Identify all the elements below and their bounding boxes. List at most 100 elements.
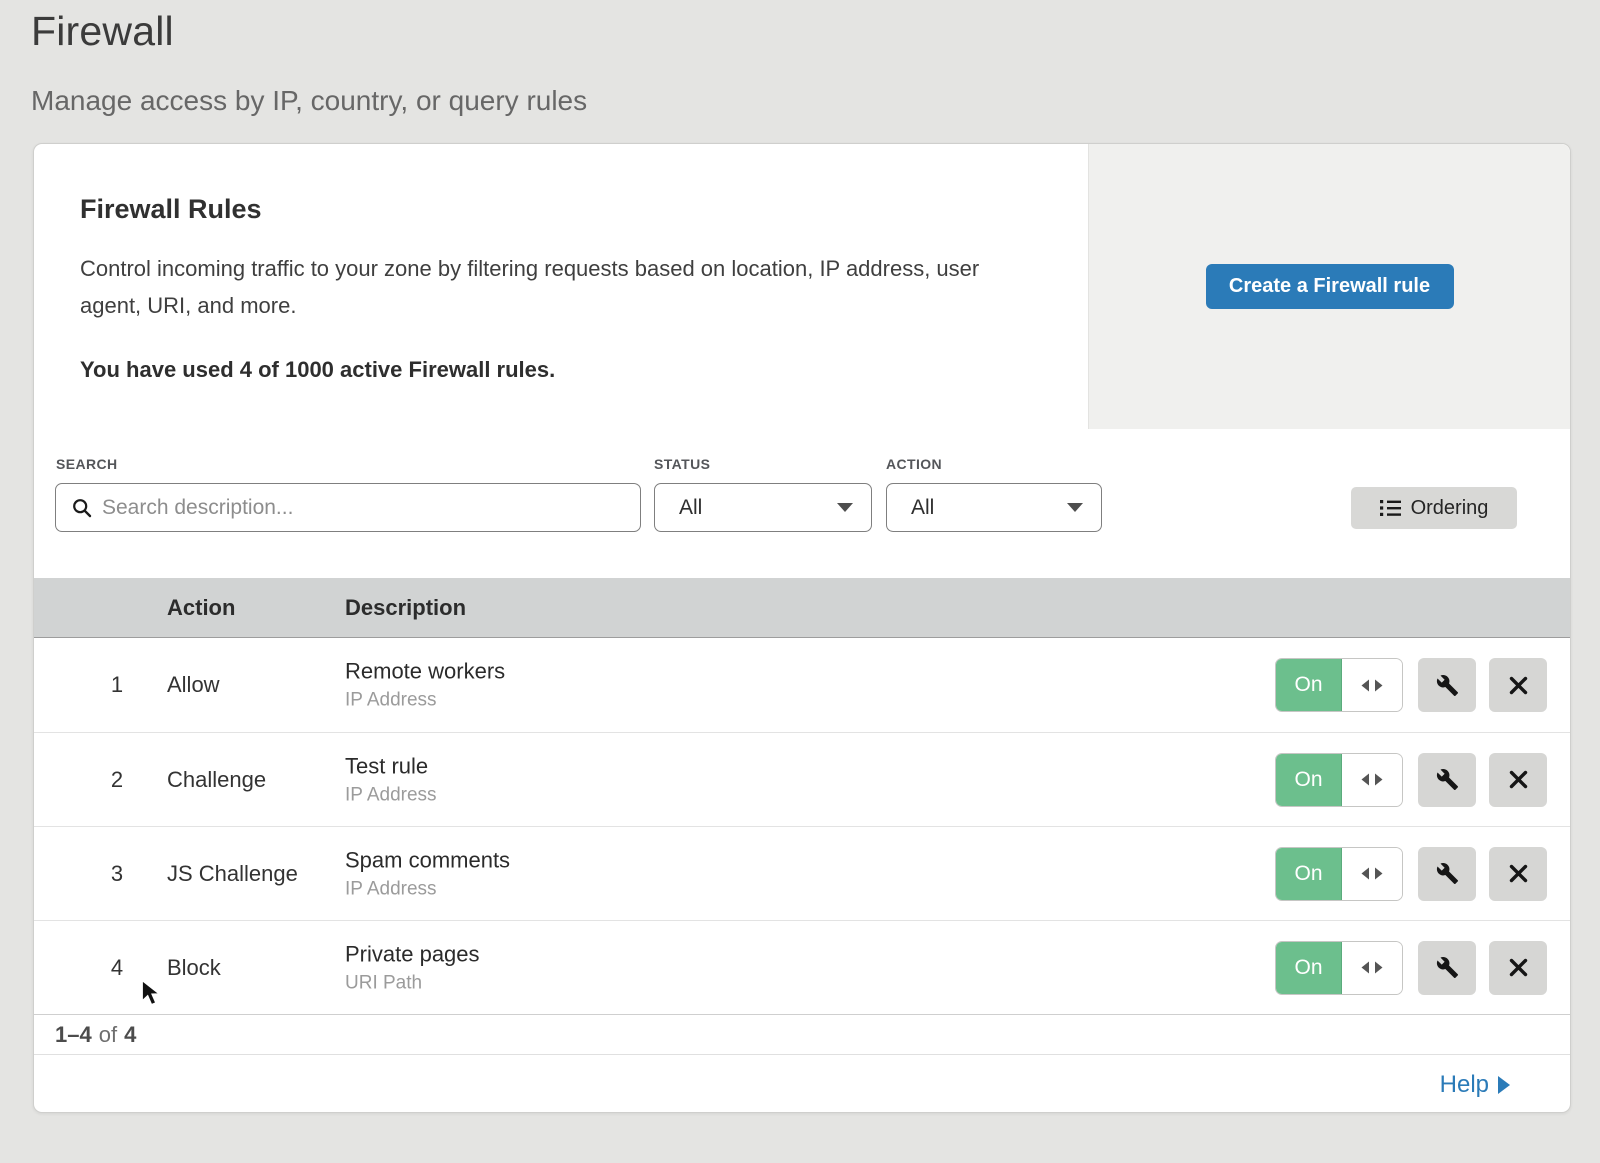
page-subtitle: Manage access by IP, country, or query r…: [31, 85, 587, 117]
status-select[interactable]: All: [654, 483, 872, 532]
toggle-handle[interactable]: [1342, 754, 1402, 806]
table-row: 2 Challenge Test rule IP Address On: [34, 732, 1570, 826]
search-label: SEARCH: [56, 456, 118, 472]
rule-description-title: Remote workers: [345, 659, 505, 685]
rule-description: Remote workers IP Address: [345, 659, 505, 712]
column-header-description: Description: [345, 595, 466, 621]
delete-rule-button[interactable]: [1489, 753, 1547, 807]
rules-table-header: Action Description: [34, 578, 1570, 638]
section-heading: Firewall Rules: [80, 194, 1040, 225]
status-select-value: All: [679, 496, 702, 520]
wrench-icon: [1436, 768, 1459, 791]
rule-action: Allow: [167, 672, 220, 698]
firewall-rules-card: Firewall Rules Control incoming traffic …: [33, 143, 1571, 1113]
rules-table-body: 1 Allow Remote workers IP Address On: [34, 638, 1570, 1014]
edit-rule-button[interactable]: [1418, 847, 1476, 901]
delete-rule-button[interactable]: [1489, 658, 1547, 712]
toggle-on-label: On: [1276, 942, 1342, 994]
ordering-button[interactable]: Ordering: [1351, 487, 1517, 529]
pagination-range: 1–4: [55, 1022, 92, 1048]
firewall-page: Firewall Manage access by IP, country, o…: [0, 0, 1600, 1163]
rule-controls: On: [1275, 941, 1547, 995]
toggle-on-label: On: [1276, 848, 1342, 900]
rule-enabled-toggle[interactable]: On: [1275, 753, 1403, 807]
action-select-value: All: [911, 496, 934, 520]
table-row: 4 Block Private pages URI Path On: [34, 920, 1570, 1014]
rule-enabled-toggle[interactable]: On: [1275, 658, 1403, 712]
edit-rule-button[interactable]: [1418, 658, 1476, 712]
close-icon: [1509, 676, 1528, 695]
wrench-icon: [1436, 674, 1459, 697]
page-title: Firewall: [31, 8, 587, 55]
left-right-arrows-icon: [1361, 679, 1383, 692]
ordered-list-icon: [1380, 499, 1401, 517]
rule-match-type: URI Path: [345, 972, 480, 994]
rule-description: Private pages URI Path: [345, 941, 480, 994]
search-input[interactable]: [102, 496, 622, 520]
rule-action: JS Challenge: [167, 861, 298, 887]
rule-controls: On: [1275, 753, 1547, 807]
toggle-handle[interactable]: [1342, 942, 1402, 994]
page-header: Firewall Manage access by IP, country, o…: [31, 8, 587, 117]
rule-action: Block: [167, 955, 221, 981]
rule-description-title: Private pages: [345, 941, 480, 967]
close-icon: [1509, 770, 1528, 789]
left-right-arrows-icon: [1361, 867, 1383, 880]
close-icon: [1509, 958, 1528, 977]
rule-match-type: IP Address: [345, 784, 437, 806]
left-right-arrows-icon: [1361, 773, 1383, 786]
create-firewall-rule-button[interactable]: Create a Firewall rule: [1206, 264, 1454, 309]
create-rule-panel: Create a Firewall rule: [1088, 144, 1570, 429]
intro-text: Firewall Rules Control incoming traffic …: [80, 194, 1040, 383]
rule-match-type: IP Address: [345, 878, 510, 900]
edit-rule-button[interactable]: [1418, 941, 1476, 995]
left-right-arrows-icon: [1361, 961, 1383, 974]
wrench-icon: [1436, 862, 1459, 885]
right-triangle-icon: [1498, 1076, 1510, 1094]
toggle-on-label: On: [1276, 754, 1342, 806]
rule-match-type: IP Address: [345, 690, 505, 712]
rule-enabled-toggle[interactable]: On: [1275, 847, 1403, 901]
rule-priority: 2: [94, 767, 140, 793]
pagination-total: 4: [124, 1022, 136, 1048]
card-footer: Help: [34, 1055, 1570, 1114]
help-link-label: Help: [1440, 1071, 1489, 1099]
rule-description-title: Test rule: [345, 753, 437, 779]
rule-enabled-toggle[interactable]: On: [1275, 941, 1403, 995]
ordering-button-label: Ordering: [1411, 497, 1489, 520]
rule-controls: On: [1275, 658, 1547, 712]
rule-description: Test rule IP Address: [345, 753, 437, 806]
edit-rule-button[interactable]: [1418, 753, 1476, 807]
rule-priority: 4: [94, 955, 140, 981]
chevron-down-icon: [837, 503, 853, 512]
rule-priority: 3: [94, 861, 140, 887]
table-row: 3 JS Challenge Spam comments IP Address …: [34, 826, 1570, 920]
wrench-icon: [1436, 956, 1459, 979]
action-label: ACTION: [886, 456, 942, 472]
rule-priority: 1: [94, 672, 140, 698]
delete-rule-button[interactable]: [1489, 847, 1547, 901]
toggle-on-label: On: [1276, 659, 1342, 711]
table-row: 1 Allow Remote workers IP Address On: [34, 638, 1570, 732]
status-label: STATUS: [654, 456, 710, 472]
action-select[interactable]: All: [886, 483, 1102, 532]
close-icon: [1509, 864, 1528, 883]
toggle-handle[interactable]: [1342, 659, 1402, 711]
section-description: Control incoming traffic to your zone by…: [80, 250, 1030, 324]
usage-note: You have used 4 of 1000 active Firewall …: [80, 357, 1040, 383]
rule-action: Challenge: [167, 767, 266, 793]
toggle-handle[interactable]: [1342, 848, 1402, 900]
chevron-down-icon: [1067, 503, 1083, 512]
rule-description-title: Spam comments: [345, 847, 510, 873]
rule-controls: On: [1275, 847, 1547, 901]
filter-section: SEARCH STATUS All ACTION All: [34, 429, 1570, 578]
rule-description: Spam comments IP Address: [345, 847, 510, 900]
help-link[interactable]: Help: [1440, 1071, 1510, 1099]
search-icon: [72, 498, 92, 518]
column-header-action: Action: [167, 595, 235, 621]
delete-rule-button[interactable]: [1489, 941, 1547, 995]
pagination-of: of: [99, 1022, 117, 1048]
search-box[interactable]: [55, 483, 641, 532]
intro-section: Firewall Rules Control incoming traffic …: [34, 144, 1570, 429]
pagination: 1–4 of 4: [34, 1014, 1570, 1055]
